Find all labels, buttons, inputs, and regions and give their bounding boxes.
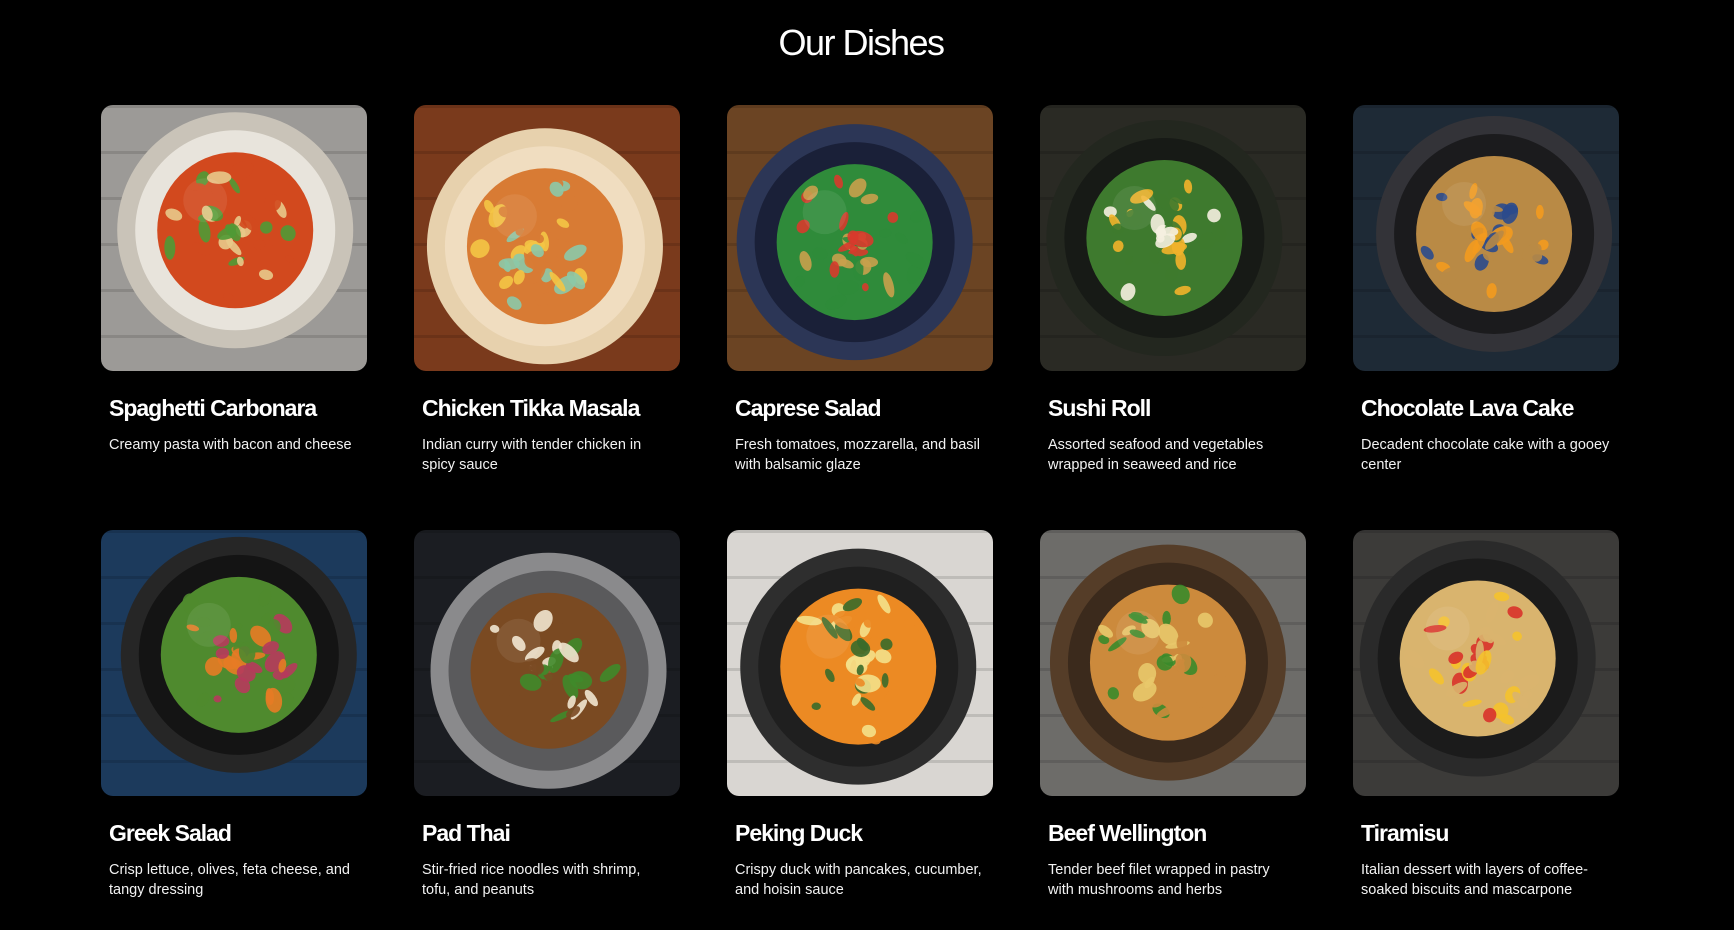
salad-bowl-chickpeas-image [727, 105, 993, 371]
dish-description: Italian dessert with layers of coffee-so… [1361, 862, 1589, 898]
bowl-noodles-egg-image [1353, 530, 1619, 796]
dish-image[interactable] [101, 530, 367, 796]
dish-name: Tiramisu [1361, 820, 1449, 846]
dish-card[interactable]: Pad Thai Stir-fried rice noodles with shr… [414, 530, 680, 930]
dish-image[interactable] [727, 530, 993, 796]
dish-description: Creamy pasta with bacon and cheese [109, 437, 352, 453]
coconut-bowl-noodles-image [1040, 530, 1306, 796]
dish-card[interactable]: Sushi Roll Assorted seafood and vegetable… [1040, 105, 1306, 530]
dish-card[interactable]: Chicken Tikka Masala Indian curry with te… [414, 105, 680, 530]
dish-description: Fresh tomatoes, mozzarella, and basil wi… [735, 437, 980, 473]
dish-image[interactable] [414, 105, 680, 371]
dishes-grid: Spaghetti Carbonara Creamy pasta with bac… [101, 105, 1619, 930]
pan-salmon-curry-image [727, 530, 993, 796]
dish-name: Chocolate Lava Cake [1361, 395, 1574, 421]
ramen-bowl-bok-choy-image [101, 105, 367, 371]
dish-name: Spaghetti Carbonara [109, 395, 317, 421]
salad-bowl-onions-image [101, 530, 367, 796]
dish-name: Beef Wellington [1048, 820, 1207, 846]
dish-name: Sushi Roll [1048, 395, 1151, 421]
pan-meat-naan-image [414, 530, 680, 796]
dish-name: Peking Duck [735, 820, 863, 846]
dish-name: Chicken Tikka Masala [422, 395, 640, 421]
dish-card[interactable]: Chocolate Lava Cake Decadent chocolate ca… [1353, 105, 1619, 530]
ramen-bowl-egg-shrimp-chopsticks-image [414, 105, 680, 371]
dish-card[interactable]: Caprese Salad Fresh tomatoes, mozzarella,… [727, 105, 993, 530]
dish-image[interactable] [101, 105, 367, 371]
dish-description: Assorted seafood and vegetables wrapped … [1048, 437, 1264, 473]
dish-image[interactable] [414, 530, 680, 796]
dish-description: Stir-fried rice noodles with shrimp, tof… [422, 862, 641, 898]
dish-description: Crispy duck with pancakes, cucumber, and… [735, 862, 982, 898]
dish-card[interactable]: Beef Wellington Tender beef filet wrapped… [1040, 530, 1306, 930]
dish-image[interactable] [1040, 105, 1306, 371]
dish-card[interactable]: Greek Salad Crisp lettuce, olives, feta c… [101, 530, 367, 930]
plate-eggs-greens-image [1040, 105, 1306, 371]
page-title: Our Dishes [778, 22, 945, 63]
dish-image[interactable] [1040, 530, 1306, 796]
dish-description: Crisp lettuce, olives, feta cheese, and … [109, 862, 350, 898]
dish-name: Greek Salad [109, 820, 232, 846]
dish-card[interactable]: Tiramisu Italian dessert with layers of c… [1353, 530, 1619, 930]
dish-image[interactable] [727, 105, 993, 371]
dish-name: Pad Thai [422, 820, 511, 846]
dish-image[interactable] [1353, 530, 1619, 796]
dish-card[interactable]: Spaghetti Carbonara Creamy pasta with bac… [101, 105, 367, 530]
dish-image[interactable] [1353, 105, 1619, 371]
dish-description: Tender beef filet wrapped in pastry with… [1048, 862, 1270, 898]
dish-card[interactable]: Peking Duck Crispy duck with pancakes, cu… [727, 530, 993, 930]
dish-name: Caprese Salad [735, 395, 882, 421]
dish-description: Indian curry with tender chicken in spic… [422, 437, 642, 473]
dish-description: Decadent chocolate cake with a gooey cen… [1361, 437, 1610, 473]
skillet-pancake-blueberries-image [1353, 105, 1619, 371]
